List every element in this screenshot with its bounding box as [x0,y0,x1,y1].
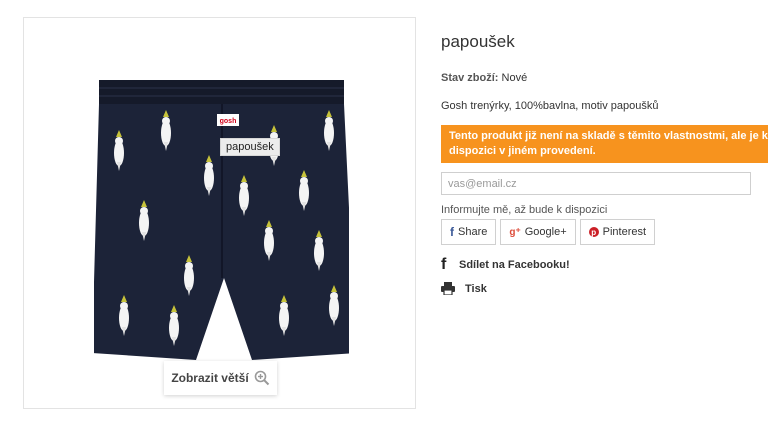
product-image-frame: gosh papoušek Zobrazit větší [23,17,416,409]
product-title: papoušek [441,32,515,51]
facebook-icon: f [441,256,447,273]
zoom-button[interactable]: Zobrazit větší [164,361,277,395]
social-buttons: f Share g⁺ Google+ p Pinterest [441,219,656,245]
magnifier-plus-icon [254,370,269,386]
google-plus-button[interactable]: g⁺ Google+ [500,219,576,245]
pinterest-button[interactable]: p Pinterest [579,219,656,245]
notify-link[interactable]: Informujte mě, až bude k dispozici [441,204,607,216]
google-plus-icon: g⁺ [509,226,521,238]
image-caption: papoušek [220,138,280,156]
stock-label: Stav zboží: [441,72,499,84]
pinterest-icon: p [588,227,599,237]
facebook-share-text: Sdílet na Facebooku! [459,259,570,271]
availability-notice: Tento produkt již není na skladě s těmit… [441,125,768,163]
printer-icon [441,282,455,295]
facebook-share-label: Share [458,226,488,238]
google-plus-label: Google+ [524,226,567,238]
facebook-share-link[interactable]: f Sdílet na Facebooku! [441,256,570,274]
stock-value: Nové [501,72,528,84]
print-label: Tisk [465,282,487,295]
zoom-label: Zobrazit větší [171,371,249,385]
facebook-icon: f [450,225,454,239]
pinterest-label: Pinterest [602,226,647,238]
product-description: Gosh trenýrky, 100%bavlna, motiv papoušk… [441,100,659,112]
email-field[interactable] [441,172,751,195]
product-image[interactable]: gosh [94,78,349,378]
brand-tag: gosh [220,118,237,125]
facebook-share-button[interactable]: f Share [441,219,497,245]
print-link[interactable]: Tisk [441,282,487,295]
stock-status: Stav zboží: Nové [441,72,527,84]
